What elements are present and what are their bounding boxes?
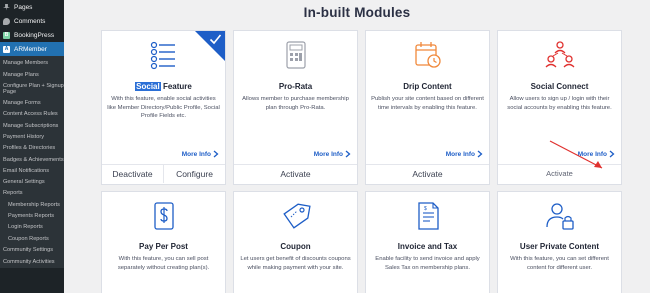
sidebar-item-configure-plan[interactable]: Configure Plan + Signup Page (0, 81, 64, 98)
pages-icon (3, 3, 10, 11)
module-card-coupon: Coupon Let users get benefit of discount… (233, 191, 358, 293)
coupon-tag-icon (282, 203, 311, 229)
module-description: Allows member to purchase membership pla… (242, 96, 349, 111)
list-check-icon (150, 41, 175, 70)
module-title: Drip Content (403, 82, 452, 91)
sidebar-item-membership-reports[interactable]: Membership Reports (0, 199, 64, 210)
module-title: Pro-Rata (278, 82, 313, 91)
chevron-right-icon[interactable] (344, 150, 351, 158)
more-info-link[interactable]: More Info (182, 151, 211, 158)
user-lock-icon (545, 203, 574, 230)
sidebar-item-login-reports[interactable]: Login Reports (0, 222, 64, 233)
sidebar-item-content-access-rules[interactable]: Content Access Rules (0, 109, 64, 120)
sidebar-item-payment-history[interactable]: Payment History (0, 132, 64, 143)
sidebar-item-community-settings[interactable]: Community Settings (0, 245, 64, 256)
module-card-pro-rata: Pro-Rata Allows member to purchase membe… (233, 30, 358, 185)
more-info-link[interactable]: More Info (446, 151, 475, 158)
more-info-link[interactable]: More Info (314, 151, 343, 158)
sidebar-item-pages[interactable]: Pages (0, 0, 64, 14)
module-card-pay-per-post: Pay Per Post With this feature, you can … (101, 191, 226, 293)
chevron-right-icon[interactable] (476, 150, 483, 158)
module-title: Invoice and Tax (397, 242, 458, 251)
module-title: Pay Per Post (139, 242, 188, 251)
module-title: Social Feature (102, 82, 225, 91)
sidebar-item-manage-plans[interactable]: Manage Plans (0, 69, 64, 80)
module-description: Enable facility to send invoice and appl… (375, 256, 480, 271)
sidebar-item-payments-reports[interactable]: Payments Reports (0, 211, 64, 222)
chevron-right-icon[interactable] (212, 150, 219, 158)
activate-button[interactable]: Activate (366, 165, 489, 183)
bookingpress-icon: B (3, 31, 10, 39)
deactivate-button[interactable]: Deactivate (102, 165, 163, 183)
main-content: In-built Modules Social Feature With thi… (64, 0, 650, 293)
dollar-document-icon (153, 202, 174, 230)
admin-sidebar: Pages Comments B BookingPress A ARMember… (0, 0, 64, 293)
sidebar-item-label: Pages (14, 3, 33, 11)
comments-icon (3, 17, 10, 25)
title-highlight: Social (135, 82, 161, 91)
calendar-clock-icon (414, 42, 441, 68)
module-description: Let users get benefit of discounts coupo… (240, 256, 351, 271)
sidebar-item-manage-members[interactable]: Manage Members (0, 58, 64, 69)
module-card-user-private-content: User Private Content With this feature, … (497, 191, 622, 293)
sidebar-item-label: ARMember (14, 45, 47, 53)
sidebar-item-profiles-directories[interactable]: Profiles & Directories (0, 143, 64, 154)
module-card-drip-content: Drip Content Publish your site content b… (365, 30, 490, 185)
sidebar-item-email-notifications[interactable]: Email Notifications (0, 165, 64, 176)
checkmark-icon (209, 34, 222, 45)
module-footer: Deactivate Configure (102, 164, 225, 183)
sidebar-item-comments[interactable]: Comments (0, 14, 64, 28)
sidebar-item-coupon-reports[interactable]: Coupon Reports (0, 233, 64, 244)
module-description: Publish your site content based on diffe… (371, 96, 484, 111)
sidebar-submenu: Manage Members Manage Plans Configure Pl… (0, 56, 64, 268)
module-description: Allow users to sign up / login with thei… (507, 96, 612, 111)
sidebar-item-reports[interactable]: Reports (0, 188, 64, 199)
sidebar-item-manage-forms[interactable]: Manage Forms (0, 98, 64, 109)
module-footer: Activate (234, 164, 357, 183)
sidebar-item-bookingpress[interactable]: B BookingPress (0, 28, 64, 42)
sidebar-item-label: BookingPress (14, 31, 55, 39)
sidebar-item-armember[interactable]: A ARMember (0, 42, 64, 56)
page-title: In-built Modules (303, 5, 411, 20)
module-footer: Activate (366, 164, 489, 183)
sidebar-item-community-activities[interactable]: Community Activities (0, 256, 64, 267)
module-description: With this feature, enable social activit… (107, 96, 220, 119)
module-description: With this feature, you can set different… (510, 256, 609, 271)
annotation-arrow (549, 140, 603, 169)
module-title: Social Connect (530, 82, 589, 91)
activate-button[interactable]: Activate (234, 165, 357, 183)
invoice-icon: $ (417, 202, 439, 230)
module-card-invoice-tax: $ Invoice and Tax Enable facility to sen… (365, 191, 490, 293)
sidebar-item-general-settings[interactable]: General Settings (0, 177, 64, 188)
svg-text:$: $ (424, 206, 427, 212)
module-title: Coupon (280, 242, 311, 251)
network-users-icon (545, 41, 574, 68)
title-rest: Feature (160, 82, 192, 91)
sidebar-item-badges-achievements[interactable]: Badges & Achievements (0, 154, 64, 165)
module-title: User Private Content (519, 242, 600, 251)
sidebar-item-manage-subscriptions[interactable]: Manage Subscriptions (0, 120, 64, 131)
module-card-social-feature: Social Feature With this feature, enable… (101, 30, 226, 185)
armember-icon: A (3, 45, 10, 53)
calculator-document-icon (285, 41, 306, 69)
sidebar-item-label: Comments (14, 17, 46, 25)
module-description: With this feature, you can sell post sep… (117, 256, 210, 271)
configure-button[interactable]: Configure (163, 165, 225, 183)
